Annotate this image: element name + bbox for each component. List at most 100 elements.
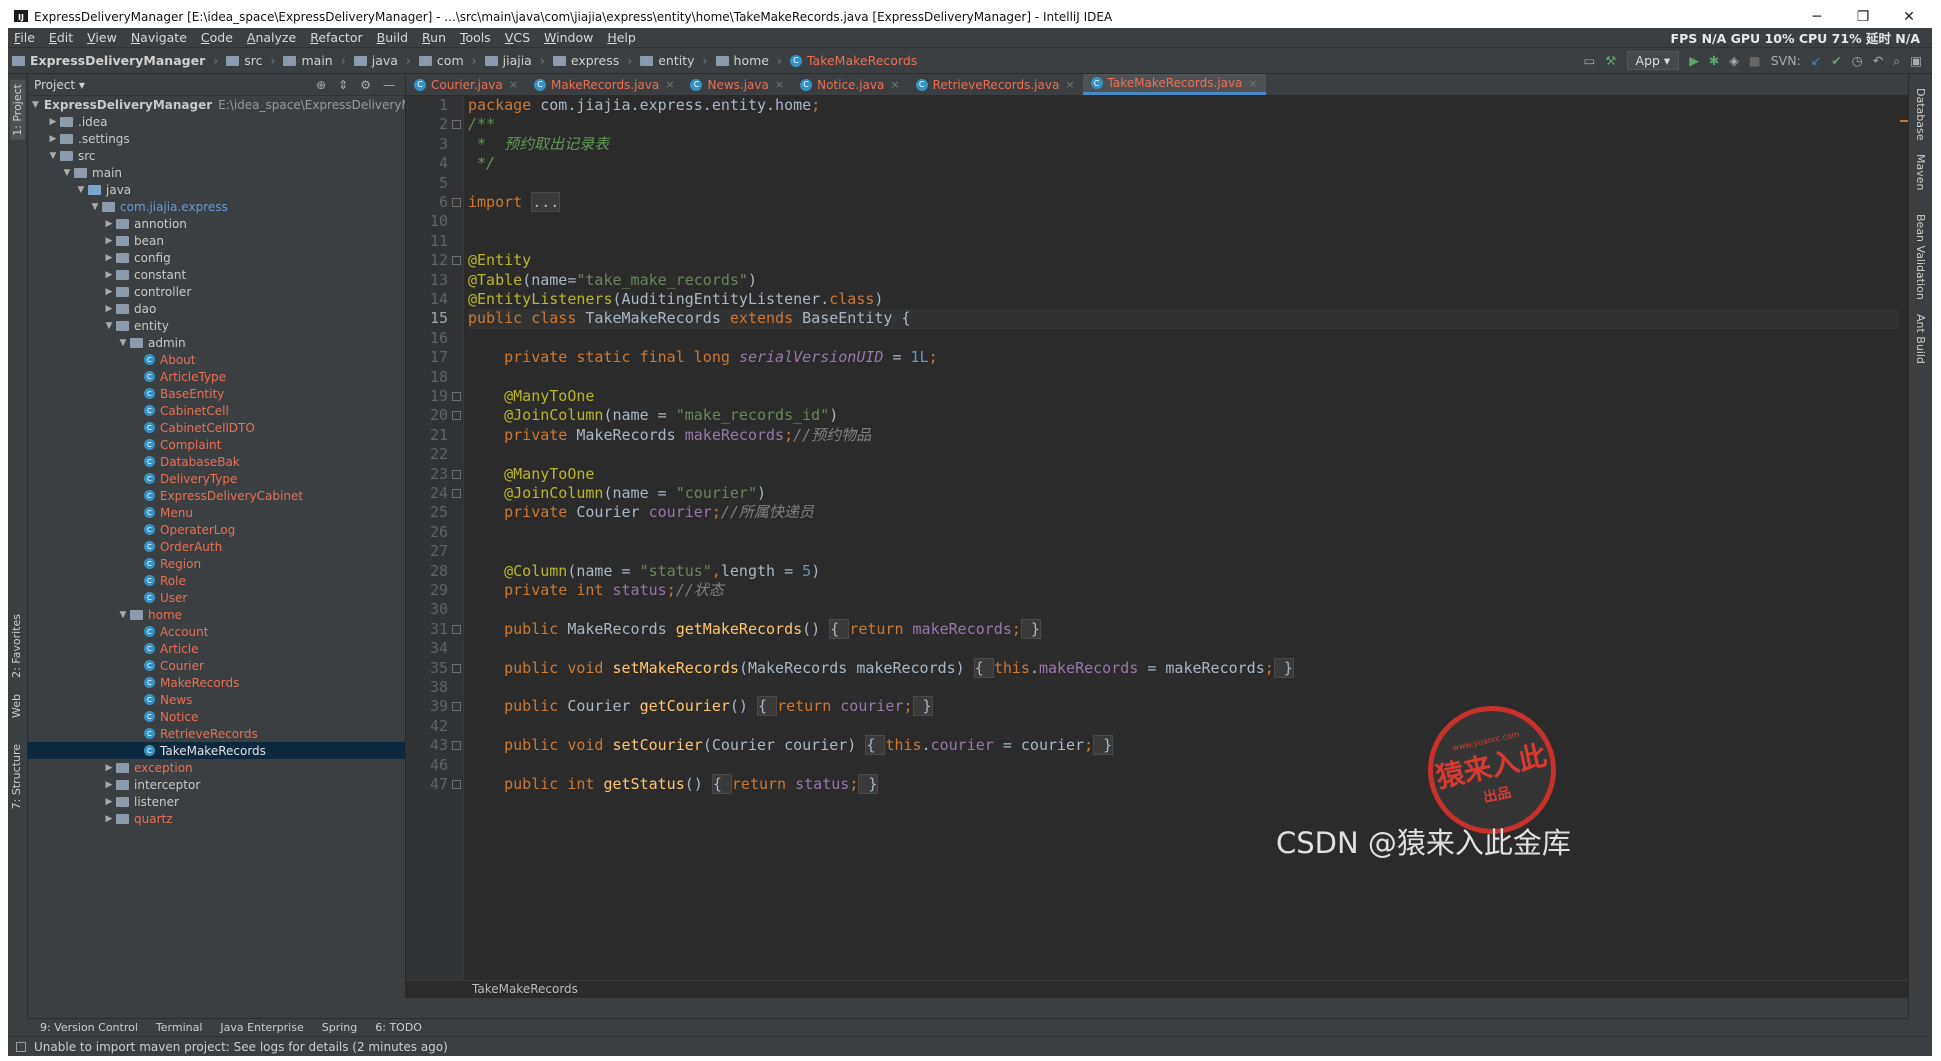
fold-marker-icon[interactable] — [452, 663, 461, 673]
fold-marker-icon[interactable] — [452, 702, 461, 712]
code-editor[interactable]: 1 2 3 4 5 6 10 11 12 13 14 15 16 17 18 19 20 21 22 23 24 25 26… — [406, 96, 1908, 980]
menu-view[interactable]: View — [81, 30, 125, 45]
code-line[interactable]: public MakeRecords getMakeRecords() { re… — [468, 618, 1908, 639]
code-line[interactable] — [468, 756, 1908, 775]
fold-marker-icon[interactable] — [452, 120, 461, 130]
breadcrumb-item[interactable]: entity › — [636, 53, 711, 68]
tree-item[interactable]: ▶ listener — [28, 793, 405, 810]
expand-arrow-icon[interactable]: ▼ — [60, 168, 74, 178]
fold-marker-icon[interactable] — [452, 256, 461, 266]
fold-marker-icon[interactable] — [452, 624, 461, 634]
expand-arrow-icon[interactable]: ▶ — [102, 304, 116, 314]
tool-window-button[interactable]: Terminal — [156, 1021, 203, 1034]
menu-run[interactable]: Run — [416, 30, 454, 45]
tree-item[interactable]: C News — [28, 691, 405, 708]
project-view-select[interactable]: Project ▾ — [34, 78, 85, 92]
expand-arrow-icon[interactable]: ▼ — [74, 185, 88, 195]
tree-item[interactable]: C DatabaseBak — [28, 453, 405, 470]
code-line[interactable] — [468, 639, 1908, 658]
fold-marker-icon[interactable] — [452, 489, 461, 498]
menu-window[interactable]: Window — [538, 30, 601, 45]
tree-item[interactable]: ▶ annotion — [28, 215, 405, 232]
expand-arrow-icon[interactable]: ▼ — [102, 321, 116, 331]
svn-commit-icon[interactable]: ✔ — [1831, 53, 1841, 68]
tree-item[interactable]: C Courier — [28, 657, 405, 674]
menu-vcs[interactable]: VCS — [499, 30, 538, 45]
code-line[interactable]: public int getStatus() { return status; … — [468, 774, 1908, 794]
search-icon[interactable]: ⌕ — [1893, 53, 1900, 69]
tree-item[interactable]: C ArticleType — [28, 368, 405, 385]
database-tool-button[interactable]: Database — [1914, 88, 1927, 141]
tree-item[interactable]: ▶ bean — [28, 232, 405, 249]
expand-arrow-icon[interactable]: ▶ — [102, 814, 116, 824]
tree-item[interactable]: ▶ dao — [28, 300, 405, 317]
expand-arrow-icon[interactable]: ▶ — [102, 270, 116, 280]
layout-icon[interactable]: ▭ — [1583, 53, 1595, 68]
menu-tools[interactable]: Tools — [454, 30, 499, 45]
code-line[interactable] — [468, 212, 1908, 231]
code-line[interactable]: @Column(name = "status",length = 5) — [468, 562, 1908, 581]
expand-arrow-icon[interactable]: ▶ — [102, 287, 116, 297]
fold-marker-icon[interactable] — [452, 392, 461, 401]
tree-item[interactable]: C Menu — [28, 504, 405, 521]
tree-item[interactable]: ▼ java — [28, 181, 405, 198]
breadcrumb-item[interactable]: main › — [279, 53, 349, 68]
close-tab-icon[interactable]: × — [665, 78, 674, 91]
code-line[interactable]: public Courier getCourier() { return cou… — [468, 696, 1908, 717]
bean-validation-tool-button[interactable]: Bean Validation — [1914, 214, 1927, 300]
run-config-select[interactable]: App ▾ — [1626, 51, 1680, 70]
code-line[interactable]: public void setMakeRecords(MakeRecords m… — [468, 657, 1908, 678]
close-tab-icon[interactable]: × — [509, 78, 518, 91]
restore-button[interactable]: ❐ — [1840, 9, 1886, 25]
editor-tab[interactable]: C Courier.java × — [406, 74, 526, 95]
svn-update-icon[interactable]: ↙ — [1811, 53, 1821, 68]
tree-item[interactable]: C OperaterLog — [28, 521, 405, 538]
fold-marker-icon[interactable] — [452, 411, 461, 421]
tool-window-button[interactable]: 9: Version Control — [40, 1021, 138, 1034]
code-line[interactable]: private static final long serialVersionU… — [468, 348, 1908, 367]
close-button[interactable]: ✕ — [1886, 9, 1932, 25]
tree-item[interactable]: ▶ quartz — [28, 810, 405, 827]
code-line[interactable]: private int status;//状态 — [468, 581, 1908, 600]
fold-marker-icon[interactable] — [452, 780, 461, 789]
tree-item[interactable]: C OrderAuth — [28, 538, 405, 555]
structure-tool-button[interactable]: 7: Structure — [10, 744, 23, 809]
code-line[interactable] — [468, 678, 1908, 697]
code-line[interactable] — [468, 445, 1908, 464]
expand-arrow-icon[interactable]: ▶ — [102, 236, 116, 246]
tree-item[interactable]: ▶ exception — [28, 759, 405, 776]
breadcrumb-item[interactable]: ExpressDeliveryManager › — [8, 53, 222, 68]
fold-marker-icon[interactable] — [452, 741, 461, 751]
ant-build-tool-button[interactable]: Ant Build — [1914, 314, 1927, 364]
tree-item[interactable]: ▼ admin — [28, 334, 405, 351]
expand-arrow-icon[interactable]: ▶ — [102, 763, 116, 773]
expand-arrow-icon[interactable]: ▶ — [102, 219, 116, 229]
code-line[interactable] — [468, 600, 1908, 619]
expand-arrow-icon[interactable]: ▼ — [46, 151, 60, 161]
collapse-all-icon[interactable]: ⇕ — [338, 78, 348, 92]
tree-item[interactable]: C About — [28, 351, 405, 368]
settings-icon[interactable]: ▣ — [1910, 53, 1922, 68]
close-tab-icon[interactable]: × — [1065, 78, 1074, 91]
tree-item[interactable]: C DeliveryType — [28, 470, 405, 487]
code-line[interactable] — [468, 232, 1908, 251]
tree-item[interactable]: ▼ src — [28, 147, 405, 164]
status-toggle-icon[interactable] — [16, 1041, 26, 1052]
status-message[interactable]: Unable to import maven project: See logs… — [34, 1040, 448, 1054]
code-line[interactable]: package com.jiajia.express.entity.home; — [468, 96, 1908, 115]
tree-item[interactable]: C CabinetCellDTO — [28, 419, 405, 436]
editor-tab[interactable]: C News.java × — [682, 74, 792, 95]
expand-arrow-icon[interactable]: ▼ — [88, 202, 102, 212]
code-line[interactable]: import ... — [468, 192, 1908, 212]
code-line[interactable]: @EntityListeners(AuditingEntityListener.… — [468, 290, 1908, 309]
code-line[interactable] — [468, 523, 1908, 542]
breadcrumb-item[interactable]: src › — [222, 53, 279, 68]
menu-help[interactable]: Help — [601, 30, 644, 45]
code-line[interactable]: private MakeRecords makeRecords;//预约物品 — [468, 426, 1908, 445]
hide-panel-icon[interactable]: — — [383, 78, 395, 92]
tree-item[interactable]: C User — [28, 589, 405, 606]
fold-marker-icon[interactable] — [452, 198, 461, 207]
tree-item[interactable]: C RetrieveRecords — [28, 725, 405, 742]
code-line[interactable]: @Entity — [468, 251, 1908, 270]
menu-navigate[interactable]: Navigate — [125, 30, 195, 45]
